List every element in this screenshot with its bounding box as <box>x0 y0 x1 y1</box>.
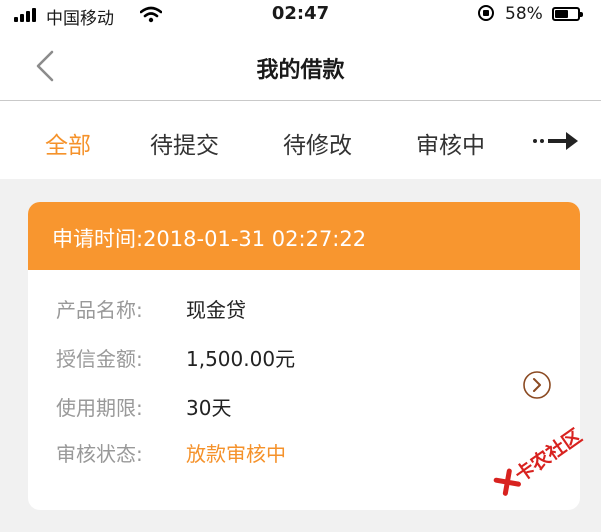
field-label: 授信金额: <box>56 347 143 371</box>
loan-card-header: 申请时间:2018-01-31 02:27:22 <box>28 202 580 270</box>
term-value: 30天 <box>186 396 232 420</box>
rotation-lock-icon <box>478 5 494 21</box>
field-label: 使用期限: <box>56 396 143 420</box>
credit-amount-value: 1,500.00元 <box>186 347 296 371</box>
status-bar: 中国移动 02:47 58% <box>0 0 601 30</box>
filter-tabs: 全部 待提交 待修改 审核中 <box>0 101 601 179</box>
page-title: 我的借款 <box>256 58 345 83</box>
battery-icon <box>552 7 583 21</box>
field-label: 审核状态: <box>56 442 143 466</box>
credit-amount-row: 授信金额: 1,500.00元 <box>56 343 295 372</box>
tab-all[interactable]: 全部 <box>45 126 91 160</box>
field-label: 产品名称: <box>56 298 143 322</box>
product-name-row: 产品名称: 现金贷 <box>56 294 246 323</box>
tab-pending-submit[interactable]: 待提交 <box>150 126 219 160</box>
watermark-text: 卡农社区 <box>511 424 587 487</box>
term-row: 使用期限: 30天 <box>56 392 231 421</box>
battery-percent: 58% <box>505 4 543 24</box>
navigation-bar: 我的借款 <box>0 30 601 101</box>
more-tabs-arrow-icon[interactable] <box>532 129 580 153</box>
apply-time: 申请时间:2018-01-31 02:27:22 <box>52 227 367 251</box>
review-status-value: 放款审核中 <box>186 442 286 466</box>
chevron-right-circle-icon[interactable] <box>522 370 552 400</box>
product-name-value: 现金贷 <box>186 298 246 322</box>
tab-pending-edit[interactable]: 待修改 <box>283 126 352 160</box>
tab-under-review[interactable]: 审核中 <box>416 126 485 160</box>
review-status-row: 审核状态: 放款审核中 <box>56 438 286 467</box>
